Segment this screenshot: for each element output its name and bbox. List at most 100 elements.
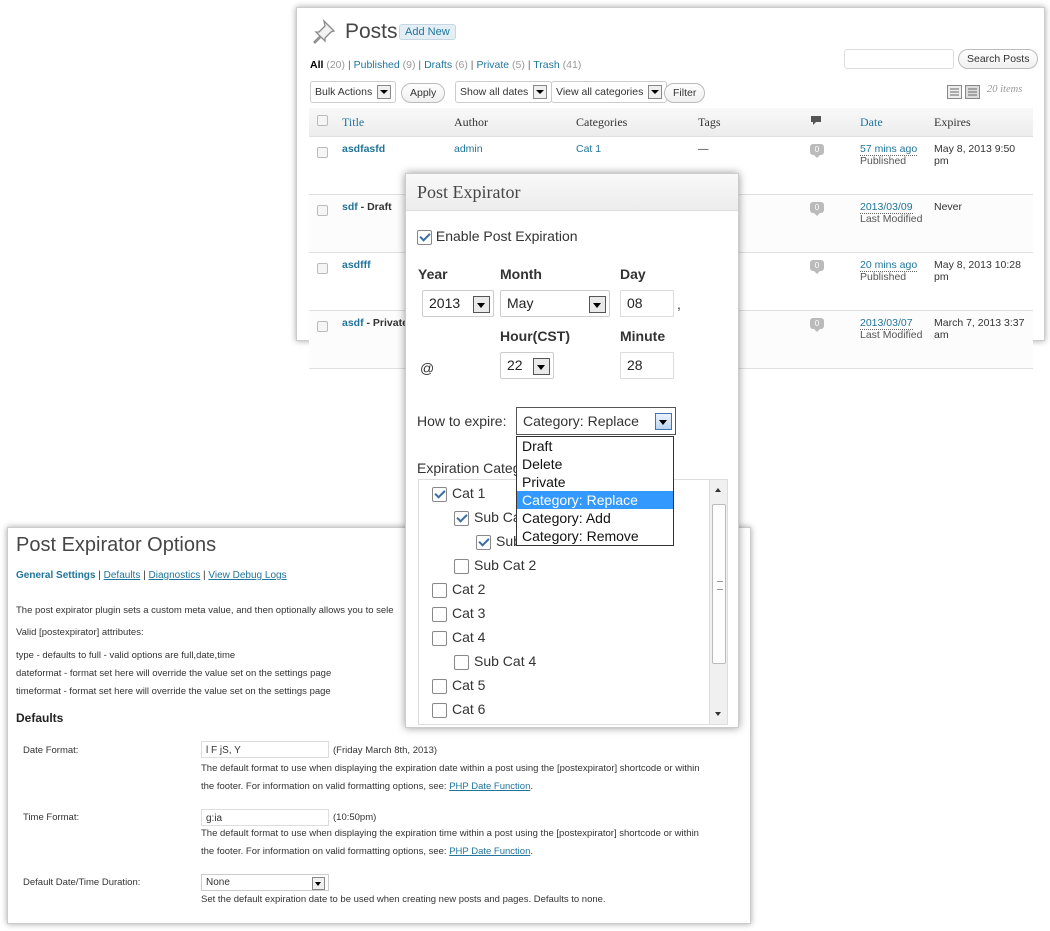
category-checkbox[interactable] xyxy=(454,510,469,526)
dropdown-option-private[interactable]: Private xyxy=(517,473,673,491)
dropdown-option-category-add[interactable]: Category: Add xyxy=(517,509,673,527)
valid-attributes-text: Valid [postexpirator] attributes: xyxy=(16,627,144,638)
column-categories: Categories xyxy=(575,108,697,137)
category-checkbox[interactable] xyxy=(432,678,447,694)
filter-button[interactable]: Filter xyxy=(664,83,706,103)
post-title-link[interactable]: asdfasfd xyxy=(342,143,385,155)
day-input[interactable]: 08 xyxy=(620,290,674,317)
grip-icon xyxy=(717,581,723,590)
duration-select[interactable]: None xyxy=(201,874,329,891)
column-title[interactable]: Title xyxy=(341,108,453,137)
nav-diagnostics[interactable]: Diagnostics xyxy=(149,570,201,581)
filter-private[interactable]: Private xyxy=(476,59,509,71)
post-status: Last Modified xyxy=(860,329,923,341)
month-select[interactable]: May xyxy=(500,290,610,317)
chevron-down-icon xyxy=(533,358,550,375)
add-new-button[interactable]: Add New xyxy=(399,24,456,40)
comment-icon xyxy=(811,115,821,125)
search-posts-button[interactable]: Search Posts xyxy=(958,49,1039,69)
enable-expiration-checkbox[interactable] xyxy=(417,229,432,245)
bulk-actions-value: Bulk Actions xyxy=(315,85,373,98)
comment-count-bubble[interactable]: 0 xyxy=(810,144,824,158)
category-item[interactable]: Cat 5 xyxy=(432,677,485,694)
select-all-checkbox[interactable] xyxy=(317,114,328,126)
category-item[interactable]: Cat 4 xyxy=(432,629,485,646)
filter-trash[interactable]: Trash xyxy=(533,59,559,71)
apply-button[interactable]: Apply xyxy=(401,83,446,103)
row-checkbox[interactable] xyxy=(317,321,328,332)
author-link[interactable]: admin xyxy=(454,143,483,155)
row-checkbox[interactable] xyxy=(317,147,328,158)
box-title: Post Expirator xyxy=(417,182,521,202)
php-date-function-link[interactable]: PHP Date Function xyxy=(449,846,530,857)
category-checkbox[interactable] xyxy=(432,486,447,502)
category-checkbox[interactable] xyxy=(476,534,491,550)
comment-count-bubble[interactable]: 0 xyxy=(810,260,824,274)
nav-general-settings[interactable]: General Settings xyxy=(16,570,95,581)
column-expires: Expires xyxy=(933,108,1033,137)
category-item[interactable]: Sub Cat 4 xyxy=(454,653,536,670)
category-item[interactable]: Cat 6 xyxy=(432,701,485,718)
category-item[interactable]: Sub Cat 2 xyxy=(454,557,536,574)
scroll-up-arrow-icon[interactable] xyxy=(715,488,721,492)
enable-expiration-row[interactable]: Enable Post Expiration xyxy=(417,228,578,245)
separator: | xyxy=(527,59,531,71)
scroll-down-arrow-icon[interactable] xyxy=(715,712,721,716)
chevron-down-icon xyxy=(589,296,606,313)
category-checkbox[interactable] xyxy=(432,630,447,646)
chevron-down-icon xyxy=(473,296,490,313)
row-checkbox[interactable] xyxy=(317,263,328,274)
comment-count-bubble[interactable]: 0 xyxy=(810,318,824,332)
filter-published[interactable]: Published xyxy=(354,59,400,71)
dropdown-option-category-remove[interactable]: Category: Remove xyxy=(517,527,673,545)
dropdown-option-draft[interactable]: Draft xyxy=(517,437,673,455)
filter-drafts[interactable]: Drafts xyxy=(424,59,452,71)
how-to-expire-select[interactable]: Category: Replace xyxy=(516,407,676,435)
time-format-input[interactable]: g:ia xyxy=(201,809,329,826)
category-item[interactable]: Cat 1 xyxy=(432,485,485,502)
pushpin-icon xyxy=(313,19,336,44)
date-format-input[interactable]: l F jS, Y xyxy=(201,741,329,758)
year-select[interactable]: 2013 xyxy=(422,290,494,317)
date-format-label: Date Format: xyxy=(23,745,79,756)
column-date[interactable]: Date xyxy=(859,108,933,137)
search-input[interactable] xyxy=(844,49,954,69)
category-checkbox[interactable] xyxy=(432,702,447,718)
nav-view-debug-logs[interactable]: View Debug Logs xyxy=(208,570,286,581)
dropdown-option-category-replace[interactable]: Category: Replace xyxy=(517,491,673,509)
categories-scrollbar[interactable] xyxy=(709,480,727,724)
category-checkbox[interactable] xyxy=(432,582,447,598)
category-checkbox[interactable] xyxy=(454,558,469,574)
view-mode-icons[interactable] xyxy=(947,85,981,99)
separator: | xyxy=(347,59,351,71)
categories-filter-select[interactable]: View all categories xyxy=(551,81,668,103)
category-checkbox[interactable] xyxy=(432,606,447,622)
category-item[interactable]: Cat 3 xyxy=(432,605,485,622)
category-checkbox[interactable] xyxy=(454,654,469,670)
comment-count-bubble[interactable]: 0 xyxy=(810,202,824,216)
post-status: Published xyxy=(860,271,907,283)
post-title-link[interactable]: asdfff xyxy=(342,259,371,271)
page-title: Posts xyxy=(345,20,398,43)
defaults-heading: Defaults xyxy=(16,711,64,725)
filter-private-count: (5) xyxy=(512,59,525,71)
filter-all[interactable]: All xyxy=(310,59,323,71)
scrollbar-thumb[interactable] xyxy=(712,504,726,664)
hour-select[interactable]: 22 xyxy=(500,352,554,379)
nav-defaults[interactable]: Defaults xyxy=(104,570,141,581)
dates-filter-select[interactable]: Show all dates xyxy=(455,81,553,103)
post-title-link[interactable]: sdf xyxy=(342,201,358,213)
expires-cell: May 8, 2013 9:50 pm xyxy=(933,136,1033,195)
help-text: The default format to use when displayin… xyxy=(201,763,700,774)
php-date-function-link[interactable]: PHP Date Function xyxy=(449,781,530,792)
column-comments[interactable] xyxy=(809,108,859,137)
bulk-actions-select[interactable]: Bulk Actions xyxy=(310,81,397,103)
minute-input[interactable]: 28 xyxy=(620,352,674,379)
attr-type-text: type - defaults to full - valid options … xyxy=(16,650,236,661)
row-checkbox[interactable] xyxy=(317,205,328,216)
post-title-link[interactable]: asdf xyxy=(342,317,364,329)
select-all-checkbox-cell[interactable] xyxy=(309,108,341,137)
dropdown-option-delete[interactable]: Delete xyxy=(517,455,673,473)
category-item[interactable]: Cat 2 xyxy=(432,581,485,598)
category-link[interactable]: Cat 1 xyxy=(576,143,601,155)
